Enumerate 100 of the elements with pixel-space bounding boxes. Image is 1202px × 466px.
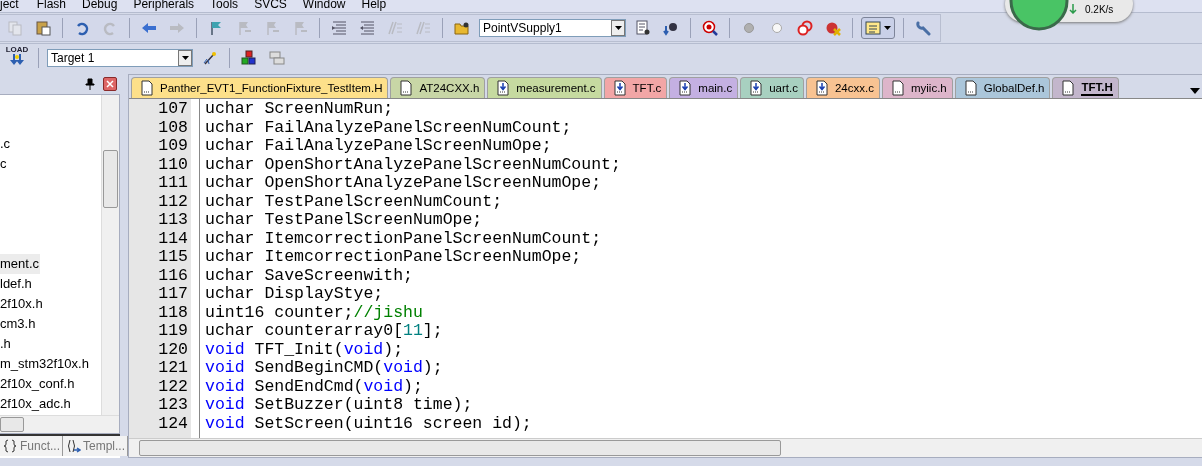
undo-icon (74, 20, 90, 36)
line-number: 122 (157, 377, 189, 396)
dropdown-button[interactable] (178, 50, 192, 66)
rings-icon (797, 20, 813, 36)
menu-item[interactable]: SVCS (254, 0, 303, 12)
wrench-icon (915, 20, 931, 36)
magic-wand-icon (202, 50, 218, 66)
file-item[interactable]: c (0, 154, 9, 174)
close-button[interactable] (103, 77, 117, 91)
line-number: 113 (157, 211, 189, 230)
menu-item[interactable]: Debug (82, 0, 134, 12)
flag-icon (292, 20, 308, 36)
unindent-icon (359, 20, 375, 36)
scrollbar-thumb[interactable] (139, 440, 781, 456)
file-tab[interactable]: TFT.H (1052, 77, 1119, 98)
braces-icon (2, 438, 18, 454)
document-icon (962, 80, 979, 96)
menu-item[interactable]: Tools (210, 0, 255, 12)
indent-icon (331, 20, 347, 36)
line-number: 110 (157, 155, 189, 174)
scrollbar-thumb[interactable] (0, 417, 24, 432)
line-number: 114 (157, 229, 189, 248)
file-tab[interactable]: 24cxx.c (805, 77, 880, 98)
comment-icon (387, 20, 403, 36)
code-line: void SendEndCmd(void); (205, 377, 424, 396)
document-arrow-icon (748, 80, 765, 96)
file-tab[interactable]: uart.c (740, 77, 804, 98)
file-tab[interactable]: GlobalDef.h (954, 77, 1051, 98)
code-line: uchar TestPanelScreenNumCount; (205, 192, 504, 211)
document-arrow-icon (677, 80, 694, 96)
dropdown-field[interactable]: PointVSupply1 (479, 19, 626, 37)
file-item[interactable]: .h (0, 334, 13, 354)
file-item[interactable]: ment.c (0, 254, 40, 274)
file-item[interactable]: ldef.h (0, 274, 34, 294)
code-line: uint16 counter;//jishu (205, 303, 424, 322)
file-item[interactable]: 2f10x_conf.h (0, 374, 77, 394)
dropdown-field[interactable]: Target 1 (47, 49, 193, 67)
download-arrow-icon (10, 54, 24, 66)
horizontal-scrollbar[interactable] (129, 438, 1202, 457)
code-line: uchar DisplayStye; (205, 285, 385, 304)
window-menu-button[interactable] (861, 17, 895, 39)
line-number: 124 (157, 414, 189, 433)
menu-item[interactable]: Peripherals (133, 0, 211, 12)
line-number: 117 (157, 285, 189, 304)
vertical-scrollbar[interactable] (101, 95, 119, 415)
line-number: 121 (157, 359, 189, 378)
document-icon (398, 80, 415, 96)
file-item[interactable]: 2f10x.h (0, 294, 45, 314)
line-number: 109 (157, 137, 189, 156)
template-icon (65, 438, 81, 454)
code-line: uchar TestPanelScreenNumOpe; (205, 211, 484, 230)
file-item[interactable]: m_stm32f10x.h (0, 354, 91, 374)
scrollbar-thumb[interactable] (103, 150, 118, 208)
menu-item[interactable]: ject (0, 0, 37, 12)
code-line: uchar ItemcorrectionPanelScreenNumCount; (205, 229, 603, 248)
blocks-icon (241, 50, 257, 66)
pin-icon[interactable] (85, 78, 95, 90)
load-button[interactable]: LOAD (4, 45, 30, 71)
caret-icon (614, 26, 622, 30)
code-line: uchar FailAnalyzePanelScreenNumOpe; (205, 137, 553, 156)
file-tab[interactable]: Panther_EVT1_FunctionFixture_TestItem.H (131, 77, 389, 98)
file-item[interactable]: .c (0, 134, 13, 154)
line-number: 116 (157, 266, 189, 285)
circle-icon (769, 20, 785, 36)
panel-tab[interactable]: Funct... (0, 436, 63, 456)
menu-item[interactable]: Window (302, 0, 362, 12)
code-line: uchar ScreenNumRun; (205, 100, 395, 119)
flag-icon (208, 20, 224, 36)
file-tab[interactable]: measurement.c (487, 77, 602, 98)
flag-icon (236, 20, 252, 36)
code-line: void TFT_Init(void); (205, 340, 405, 359)
uncomment-icon (415, 20, 431, 36)
document-search-icon (635, 20, 651, 36)
code-line: uchar FailAnalyzePanelScreenNumCount; (205, 118, 573, 137)
left-arrow-icon (141, 20, 157, 36)
file-tab[interactable]: TFT.c (603, 77, 668, 98)
file-tab[interactable]: AT24CXX.h (390, 77, 486, 98)
code-line: void SetBuzzer(uint8 time); (205, 396, 474, 415)
line-number: 107 (157, 100, 189, 119)
line-number: 112 (157, 192, 189, 211)
menu-item[interactable]: Help (361, 0, 403, 12)
panel-tab[interactable]: Templ... (63, 436, 129, 456)
dropdown-button[interactable] (611, 20, 625, 36)
code-line: void SendBeginCMD(void); (205, 359, 444, 378)
menu-item[interactable]: Flash (36, 0, 83, 12)
circle-icon (741, 20, 757, 36)
network-speed: 0.2K/s (1085, 3, 1114, 15)
file-tab[interactable]: myiic.h (881, 77, 953, 98)
document-arrow-icon (611, 80, 628, 96)
file-item[interactable]: 2f10x_adc.h (0, 394, 73, 414)
file-tab[interactable]: main.c (669, 77, 739, 98)
caret-icon (181, 56, 189, 60)
horizontal-scrollbar[interactable] (0, 415, 119, 433)
code-line: uchar OpenShortAnalyzePanelScreenNumCount; (205, 155, 622, 174)
file-item[interactable]: cm3.h (0, 314, 38, 334)
document-icon (889, 80, 906, 96)
stop-x-icon (825, 20, 841, 36)
code-line: uchar ItemcorrectionPanelScreenNumOpe; (205, 248, 583, 267)
close-icon (106, 80, 114, 88)
line-number: 111 (157, 174, 189, 193)
